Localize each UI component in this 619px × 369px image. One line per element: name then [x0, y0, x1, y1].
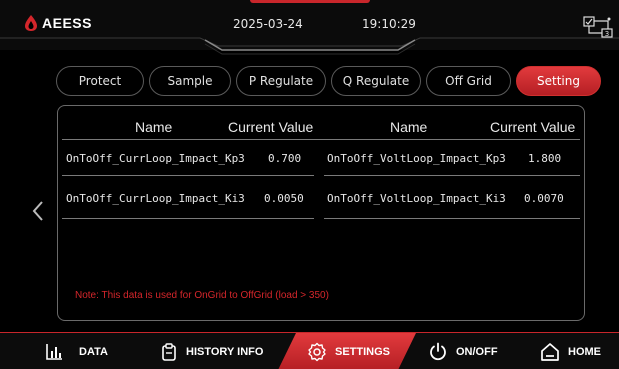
param-name-right: OnToOff_VoltLoop_Impact_Ki3 — [327, 192, 506, 205]
param-value-left[interactable]: 0.700 — [268, 152, 301, 165]
tab-setting[interactable]: Setting — [516, 66, 601, 96]
column-header-value-left: Current Value — [228, 119, 314, 135]
tab-protect[interactable]: Protect — [56, 66, 144, 96]
bottom-nav-bar: DATA HISTORY INFO SETTINGS ON/OFF HOME — [0, 332, 619, 369]
top-accent-bar — [250, 0, 370, 3]
settings-panel — [57, 105, 585, 321]
nav-on-off[interactable]: ON/OFF — [428, 333, 498, 369]
header-date: 2025-03-24 — [233, 17, 303, 31]
param-name-left: OnToOff_CurrLoop_Impact_Kp3 — [66, 152, 245, 165]
row-divider — [324, 175, 580, 176]
tab-label: Setting — [537, 74, 580, 88]
tab-off-grid[interactable]: Off Grid — [426, 66, 511, 96]
bar-chart-icon — [46, 343, 62, 360]
header-bar: AEESS 2025-03-24 19:10:29 3 — [0, 0, 619, 55]
tab-label: Q Regulate — [342, 74, 410, 88]
tab-p-regulate[interactable]: P Regulate — [236, 66, 326, 96]
tab-q-regulate[interactable]: Q Regulate — [331, 66, 421, 96]
nav-data[interactable]: DATA — [45, 333, 108, 369]
note-text: Note: This data is used for OnGrid to Of… — [75, 290, 329, 301]
system-diagram-icon[interactable]: 3 — [582, 15, 614, 39]
column-header-name-left: Name — [135, 119, 173, 135]
row-divider — [62, 218, 314, 219]
chevron-left-icon[interactable] — [30, 199, 46, 223]
tab-label: Sample — [167, 74, 213, 88]
column-header-name-right: Name — [390, 119, 428, 135]
tab-sample[interactable]: Sample — [149, 66, 231, 96]
home-icon — [541, 342, 559, 361]
nav-history-info[interactable]: HISTORY INFO — [160, 333, 263, 369]
nav-settings[interactable]: SETTINGS — [307, 333, 390, 369]
nav-label: DATA — [79, 345, 108, 358]
row-divider — [324, 218, 580, 219]
row-divider — [62, 175, 314, 176]
tab-label: Protect — [78, 74, 122, 88]
logo-mark-icon — [25, 15, 37, 31]
header-divider — [62, 139, 580, 140]
header-time: 19:10:29 — [362, 17, 416, 31]
nav-label: HISTORY INFO — [186, 345, 264, 358]
nav-home[interactable]: HOME — [540, 333, 601, 369]
tab-bar: Protect Sample P Regulate Q Regulate Off… — [56, 66, 606, 98]
logo-text: AEESS — [42, 15, 92, 31]
tab-label: P Regulate — [248, 74, 314, 88]
tab-label: Off Grid — [445, 74, 492, 88]
nav-label: SETTINGS — [335, 345, 391, 358]
nav-label: HOME — [568, 345, 601, 358]
param-name-right: OnToOff_VoltLoop_Impact_Kp3 — [327, 152, 506, 165]
svg-text:3: 3 — [605, 30, 609, 38]
param-value-right[interactable]: 0.0070 — [524, 192, 564, 205]
nav-label: ON/OFF — [456, 345, 498, 358]
column-header-value-right: Current Value — [490, 119, 576, 135]
param-name-left: OnToOff_CurrLoop_Impact_Ki3 — [66, 192, 245, 205]
param-value-left[interactable]: 0.0050 — [264, 192, 304, 205]
gear-icon — [308, 342, 326, 361]
param-value-right[interactable]: 1.800 — [528, 152, 561, 165]
header-frame-decoration — [0, 37, 619, 55]
clipboard-icon — [162, 342, 176, 361]
brand-logo: AEESS — [24, 14, 92, 32]
power-icon — [430, 342, 446, 360]
